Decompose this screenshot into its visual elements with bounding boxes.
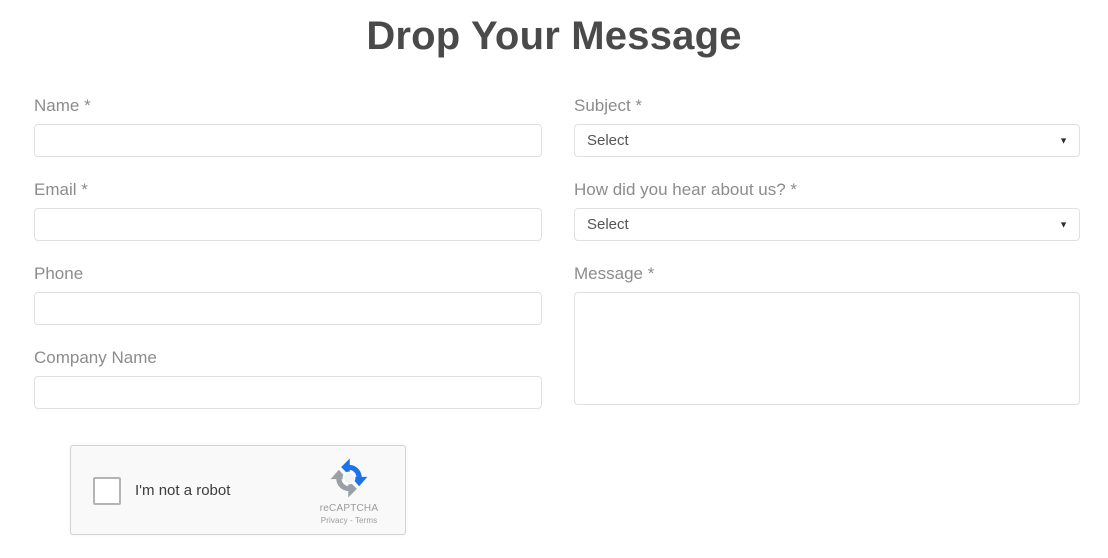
recaptcha-checkbox[interactable]: [93, 477, 121, 505]
company-name-input[interactable]: [34, 376, 542, 409]
subject-select-value: Select: [587, 132, 629, 149]
contact-form: Name * Email * Phone Company Name I'm no…: [0, 96, 1108, 558]
label-company-name: Company Name: [34, 348, 157, 367]
recaptcha-logo-icon: [330, 458, 368, 498]
recaptcha-label: I'm not a robot: [135, 482, 231, 499]
name-input[interactable]: [34, 124, 542, 157]
how-did-you-hear-select[interactable]: Select ▼: [574, 208, 1080, 241]
field-name: Name *: [34, 96, 542, 157]
how-did-you-hear-select-value: Select: [587, 216, 629, 233]
label-email: Email *: [34, 180, 88, 199]
message-textarea[interactable]: [574, 292, 1080, 405]
label-subject: Subject *: [574, 96, 643, 115]
label-how-did-you-hear: How did you hear about us? *: [574, 180, 798, 199]
chevron-down-icon: ▼: [1059, 135, 1068, 145]
recaptcha-privacy-terms-link[interactable]: Privacy - Terms: [303, 515, 395, 526]
field-email: Email *: [34, 180, 542, 241]
email-input[interactable]: [34, 208, 542, 241]
subject-select[interactable]: Select ▼: [574, 124, 1080, 157]
label-phone: Phone: [34, 264, 84, 283]
label-message: Message *: [574, 264, 655, 283]
label-name: Name *: [34, 96, 91, 115]
field-message: Message *: [574, 264, 1080, 405]
recaptcha-widget[interactable]: I'm not a robot reCAPTCHA Privacy - Term…: [70, 445, 406, 535]
field-subject: Subject * Select ▼: [574, 96, 1080, 157]
recaptcha-brand-name: reCAPTCHA: [319, 503, 379, 514]
field-company-name: Company Name: [34, 348, 542, 409]
field-how-did-you-hear: How did you hear about us? * Select ▼: [574, 180, 1080, 241]
phone-input[interactable]: [34, 292, 542, 325]
recaptcha-brand: reCAPTCHA Privacy - Terms: [303, 454, 395, 526]
page-title: Drop Your Message: [366, 14, 742, 58]
chevron-down-icon: ▼: [1059, 219, 1068, 229]
field-phone: Phone: [34, 264, 542, 325]
